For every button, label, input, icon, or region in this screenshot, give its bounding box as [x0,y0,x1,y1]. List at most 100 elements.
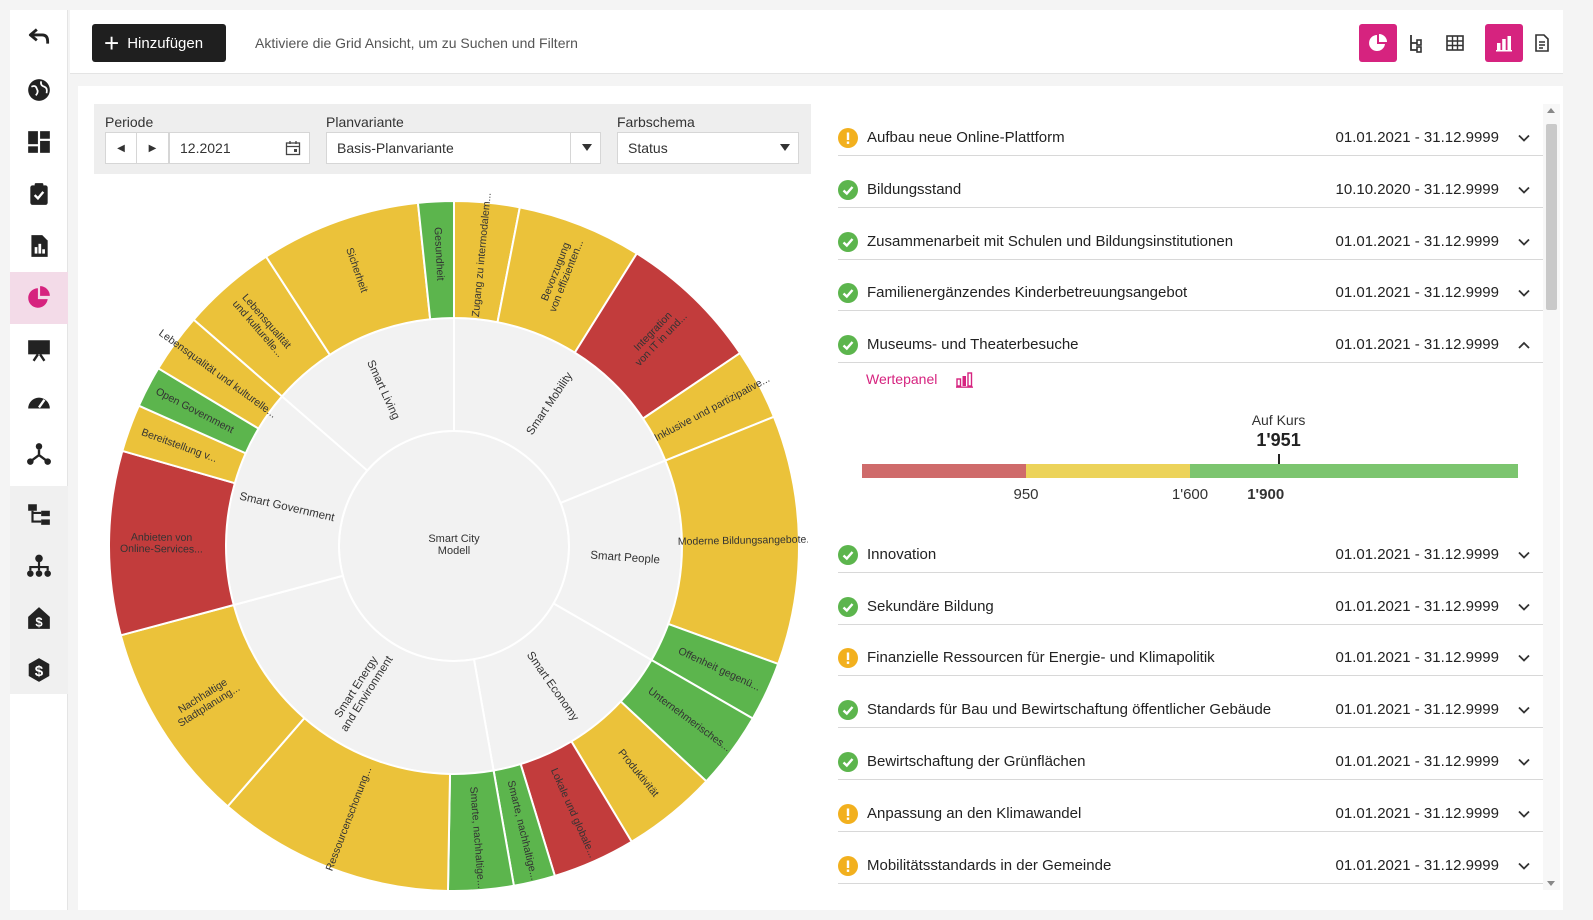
dashboard-icon[interactable] [10,116,68,168]
grid-hint-text: Aktiviere die Grid Ansicht, um zu Suchen… [255,35,578,51]
chevron-down-icon[interactable] [1517,651,1531,665]
periode-label: Periode [105,114,154,130]
chevron-down-icon[interactable] [1517,548,1531,562]
list-scrollbar[interactable] [1543,104,1560,890]
chevron-up-icon[interactable] [1517,338,1531,352]
gauge-status-text: Auf Kurs [1251,412,1306,428]
chevron-down-icon[interactable] [1517,183,1531,197]
check-circle-icon [838,335,858,356]
warning-circle-icon [838,648,858,669]
chevron-down-icon [582,144,592,151]
chevron-down-icon[interactable] [1517,286,1531,300]
list-item[interactable]: Museums- und Theaterbesuche 01.01.2021 - … [838,319,1543,364]
scroll-down-icon[interactable] [1547,881,1555,886]
list-item[interactable]: Sekundäre Bildung 01.01.2021 - 31.12.9999 [838,581,1543,625]
list-item-label: Museums- und Theaterbesuche [867,336,1079,354]
planvariante-value: Basis-Planvariante [337,140,454,156]
sunburst-leaf-label: Anbieten von Online-Services... [120,531,203,555]
triangle-left-icon: ◀ [117,142,125,154]
next-period-button[interactable]: ▶ [137,132,169,164]
list-item-date: 01.01.2021 - 31.12.9999 [1335,232,1499,250]
list-item-date: 01.01.2021 - 31.12.9999 [1335,804,1499,822]
chevron-down-icon[interactable] [1517,703,1531,717]
list-item-label: Finanzielle Ressourcen für Energie- und … [867,649,1215,667]
period-input[interactable]: 12.2021 [169,132,310,164]
toolbar: + Hinzufügen Aktiviere die Grid Ansicht,… [70,10,1563,74]
list-item-date: 10.10.2020 - 31.12.9999 [1335,180,1499,198]
add-button[interactable]: + Hinzufügen [92,24,226,62]
grid-icon [1446,35,1464,51]
app-root: $ $ + Hinzufügen Aktiviere die Grid Ansi… [0,0,1593,920]
check-circle-icon [838,283,858,304]
scrollbar-thumb[interactable] [1546,124,1557,310]
presentation-icon[interactable] [10,324,68,376]
list-item[interactable]: Zusammenarbeit mit Schulen und Bildungsi… [838,216,1543,260]
report-chart-icon[interactable] [10,220,68,272]
list-item[interactable]: Bildungsstand 10.10.2020 - 31.12.9999 [838,164,1543,208]
value-panel: Wertepanel Auf Kurs 1'951 950 1'600 1'90… [838,360,1543,520]
list-item[interactable]: Mobilitätsstandards in der Gemeinde 01.01… [838,840,1543,884]
clipboard-check-icon[interactable] [10,168,68,220]
list-item-date: 01.01.2021 - 31.12.9999 [1335,545,1499,563]
planvariante-label: Planvariante [326,114,404,130]
dollar-circle-icon[interactable]: $ [10,644,68,696]
list-item[interactable]: Innovation 01.01.2021 - 31.12.9999 [838,529,1543,573]
globe-icon[interactable] [10,64,68,116]
scroll-up-icon[interactable] [1547,108,1555,113]
wertepanel-link[interactable]: Wertepanel [866,371,973,388]
tree-view-button[interactable] [1398,24,1436,62]
network-icon[interactable] [10,428,68,480]
gauge-tick-950: 950 [1013,486,1039,503]
list-item[interactable]: Aufbau neue Online-Plattform 01.01.2021 -… [838,112,1543,156]
list-item-label: Anpassung an den Klimawandel [867,804,1082,822]
chevron-down-icon[interactable] [1517,807,1531,821]
triangle-right-icon: ▶ [148,142,157,154]
chevron-down-icon[interactable] [1517,600,1531,614]
pie-chart-icon[interactable] [10,272,68,324]
list-item[interactable]: Bewirtschaftung der Grünflächen 01.01.202… [838,736,1543,780]
list-item[interactable]: Finanzielle Ressourcen für Energie- und … [838,632,1543,677]
check-circle-icon [838,544,858,565]
hierarchy-icon[interactable] [10,488,68,540]
list-item-date: 01.01.2021 - 31.12.9999 [1335,336,1499,354]
list-item-label: Familienergänzendes Kinderbetreuungsange… [867,284,1188,302]
document-icon [1535,34,1549,52]
calendar-icon[interactable] [285,140,301,156]
planvariante-select[interactable]: Basis-Planvariante [326,132,601,164]
wertepanel-label: Wertepanel [866,371,938,387]
farbschema-select[interactable]: Status [617,132,799,164]
document-button[interactable] [1523,24,1561,62]
list-item-label: Innovation [867,545,937,563]
org-chart-icon[interactable] [10,540,68,592]
sunburst-view-button[interactable] [1359,24,1397,62]
value-panel-button[interactable] [1485,24,1523,62]
gauge-green-zone [1190,464,1518,478]
chevron-down-icon[interactable] [1517,131,1531,145]
list-item-label: Standards für Bau und Bewirtschaftung öf… [867,701,1272,719]
gauge-tick-1900: 1'900 [1247,486,1285,503]
prev-period-button[interactable]: ◀ [105,132,137,164]
pie-chart-icon [1369,34,1387,51]
grid-view-button[interactable] [1436,24,1474,62]
warning-circle-icon [838,803,858,824]
list-item-date: 01.01.2021 - 31.12.9999 [1335,856,1499,874]
list-item[interactable]: Anpassung an den Klimawandel 01.01.2021 -… [838,788,1543,832]
check-circle-icon [838,596,858,617]
chevron-down-icon[interactable] [1517,859,1531,873]
period-value: 12.2021 [180,140,231,156]
chevron-down-icon[interactable] [1517,235,1531,249]
back-arrow-icon[interactable] [10,10,68,62]
list-item-label: Zusammenarbeit mit Schulen und Bildungsi… [867,232,1234,250]
warning-circle-icon [838,855,858,876]
gauge-tick-1600: 1'600 [1171,486,1209,503]
list-item[interactable]: Familienergänzendes Kinderbetreuungsange… [838,267,1543,312]
list-item-label: Mobilitätsstandards in der Gemeinde [867,856,1112,874]
house-dollar-icon[interactable]: $ [10,592,68,644]
gauge-icon[interactable] [10,376,68,428]
bar-chart-icon [956,372,973,388]
list-item-date: 01.01.2021 - 31.12.9999 [1335,752,1499,770]
list-item[interactable]: Standards für Bau und Bewirtschaftung öf… [838,684,1543,729]
svg-text:$: $ [35,615,43,630]
chevron-down-icon[interactable] [1517,755,1531,769]
sunburst-chart: Smart City ModellSmart LivingLebensqualit… [108,192,808,892]
